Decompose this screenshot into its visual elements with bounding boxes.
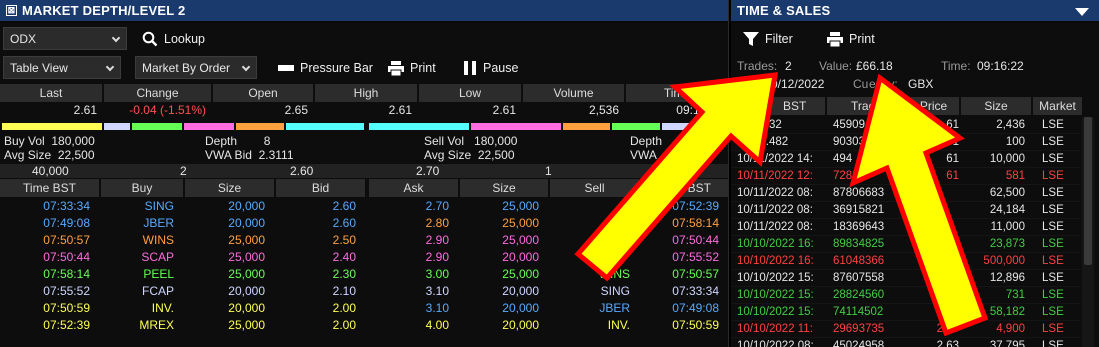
annotation-arrows [574, 72, 989, 337]
annotation-arrow-left-icon [574, 72, 779, 282]
annotation-arrow-right-icon [849, 73, 989, 337]
